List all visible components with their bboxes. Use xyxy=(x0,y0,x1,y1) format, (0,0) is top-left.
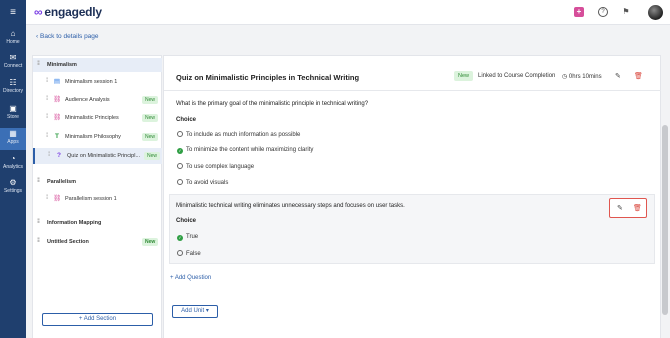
section-header[interactable]: ⁞⁞ Minimalism xyxy=(33,58,162,72)
new-badge: New xyxy=(142,96,159,104)
duration: ◷ 0hrs 10mins xyxy=(562,74,602,80)
edit-icon[interactable]: ✎ xyxy=(615,72,621,80)
choice-label: Choice xyxy=(176,218,197,224)
radio-icon xyxy=(177,163,183,169)
link-icon: ⛓ xyxy=(53,195,62,202)
section-header[interactable]: ⁞⁞ Information Mapping xyxy=(33,216,162,230)
brand-logo[interactable]: ∞ engagedly xyxy=(34,5,102,19)
drag-handle-icon[interactable]: ⁞⁞ xyxy=(46,96,49,102)
nav-connect[interactable]: ✉ Connect xyxy=(0,53,26,69)
drag-handle-icon[interactable]: ⁞⁞ xyxy=(46,133,49,139)
question-actions: ✎ 🗑 xyxy=(609,198,647,218)
answer-option: To use complex language xyxy=(177,163,254,170)
new-badge: New xyxy=(142,133,159,141)
drag-handle-icon[interactable]: ⁞⁞ xyxy=(48,152,51,158)
drag-handle-icon[interactable]: ⁞⁞ xyxy=(46,78,49,84)
left-navigation: ≡ ⌂ Home ✉ Connect ☷ Directory ▣ Store ▦ Apps… xyxy=(0,0,26,338)
settings-icon: ⚙ xyxy=(9,178,17,187)
page-title: Quiz on Minimalistic Principles in Techn… xyxy=(176,73,360,82)
brand-mark-icon: ∞ xyxy=(34,5,43,19)
section-header[interactable]: ⁞⁞ Untitled Section New xyxy=(33,235,162,249)
drag-handle-icon[interactable]: ⁞⁞ xyxy=(46,195,49,201)
list-item[interactable]: ⁞⁞ ⛓ Minimalistic Principles New xyxy=(33,110,162,126)
link-icon: ⛓ xyxy=(53,96,62,103)
avatar[interactable] xyxy=(648,5,663,20)
choice-label: Choice xyxy=(176,117,197,123)
top-bar: ∞ engagedly + ? ⚑ xyxy=(26,0,670,25)
list-item-selected[interactable]: ⁞⁞? Quiz on Minimalistic Principl... New xyxy=(33,148,162,164)
answer-option: To avoid visuals xyxy=(177,179,228,186)
text-icon: T xyxy=(55,133,59,140)
check-circle-icon: ✓ xyxy=(177,148,183,154)
edit-icon[interactable]: ✎ xyxy=(617,204,623,212)
help-icon[interactable]: ? xyxy=(598,7,608,17)
home-icon: ⌂ xyxy=(10,29,16,38)
add-section-button[interactable]: + Add Section xyxy=(42,313,153,326)
list-item[interactable]: ⁞⁞ ▤ Minimalism session 1 xyxy=(33,74,162,90)
apps-icon: ▦ xyxy=(9,129,17,138)
list-item[interactable]: ⁞⁞ T Minimalism Philosophy New xyxy=(33,129,162,145)
new-badge: New xyxy=(142,238,159,246)
nav-apps[interactable]: ▦ Apps xyxy=(0,128,26,150)
link-icon: ⛓ xyxy=(53,114,62,121)
list-item[interactable]: ⁞⁞ ⛓ Parallelism session 1 xyxy=(33,191,162,207)
new-badge: New xyxy=(144,152,161,160)
answer-option-correct: ✓ To minimize the content while maximizin… xyxy=(177,147,314,154)
nav-settings[interactable]: ⚙ Settings xyxy=(0,178,26,194)
delete-icon[interactable]: 🗑 xyxy=(634,72,643,80)
answer-option-correct: ✓ True xyxy=(177,234,199,241)
quiz-icon: ? xyxy=(57,152,61,159)
scrollbar[interactable] xyxy=(662,125,668,315)
back-to-details-link[interactable]: ‹ Back to details page xyxy=(36,33,99,40)
section-sidebar: ⁞⁞ Minimalism ⁞⁞ ▤ Minimalism session 1 ⁞⁞ ⛓… xyxy=(32,55,162,338)
add-unit-button[interactable]: Add Unit ▾ xyxy=(172,305,218,318)
drag-handle-icon[interactable]: ⁞⁞ xyxy=(37,61,40,67)
answer-option: False xyxy=(177,250,201,257)
question-text: Minimalistic technical writing eliminate… xyxy=(176,203,405,209)
divider xyxy=(164,90,661,91)
linked-completion-text: Linked to Course Completion xyxy=(478,73,556,79)
answer-option: To include as much information as possib… xyxy=(177,131,300,138)
menu-icon[interactable]: ≡ xyxy=(0,8,26,18)
connect-icon: ✉ xyxy=(9,53,17,62)
drag-handle-icon[interactable]: ⁞⁞ xyxy=(46,114,49,120)
drag-handle-icon[interactable]: ⁞⁞ xyxy=(37,219,40,225)
list-item[interactable]: ⁞⁞ ⛓ Audience Analysis New xyxy=(33,92,162,108)
question-text: What is the primary goal of the minimali… xyxy=(176,101,369,107)
drag-handle-icon[interactable]: ⁞⁞ xyxy=(37,238,40,244)
new-badge: New xyxy=(142,114,159,122)
radio-icon xyxy=(177,131,183,137)
directory-icon: ☷ xyxy=(9,78,17,87)
flag-icon[interactable]: ⚑ xyxy=(621,7,631,17)
add-question-button[interactable]: + Add Question xyxy=(170,275,211,281)
nav-directory[interactable]: ☷ Directory xyxy=(0,78,26,94)
drag-handle-icon[interactable]: ⁞⁞ xyxy=(37,178,40,184)
check-circle-icon: ✓ xyxy=(177,235,183,241)
nav-store[interactable]: ▣ Store xyxy=(0,104,26,120)
section-header[interactable]: ⁞⁞ Parallelism xyxy=(33,175,162,189)
radio-icon xyxy=(177,179,183,185)
nav-analytics[interactable]: ◔ Analytics xyxy=(0,154,26,170)
radio-icon xyxy=(177,250,183,256)
delete-icon[interactable]: 🗑 xyxy=(633,204,642,212)
clock-icon: ◷ xyxy=(562,74,568,80)
status-badge: New xyxy=(454,71,474,81)
quiz-panel: Quiz on Minimalistic Principles in Techn… xyxy=(163,55,661,338)
document-icon: ▤ xyxy=(53,78,61,85)
nav-home[interactable]: ⌂ Home xyxy=(0,29,26,45)
store-icon: ▣ xyxy=(9,104,17,113)
analytics-icon: ◔ xyxy=(10,154,16,163)
plus-icon[interactable]: + xyxy=(574,7,584,17)
